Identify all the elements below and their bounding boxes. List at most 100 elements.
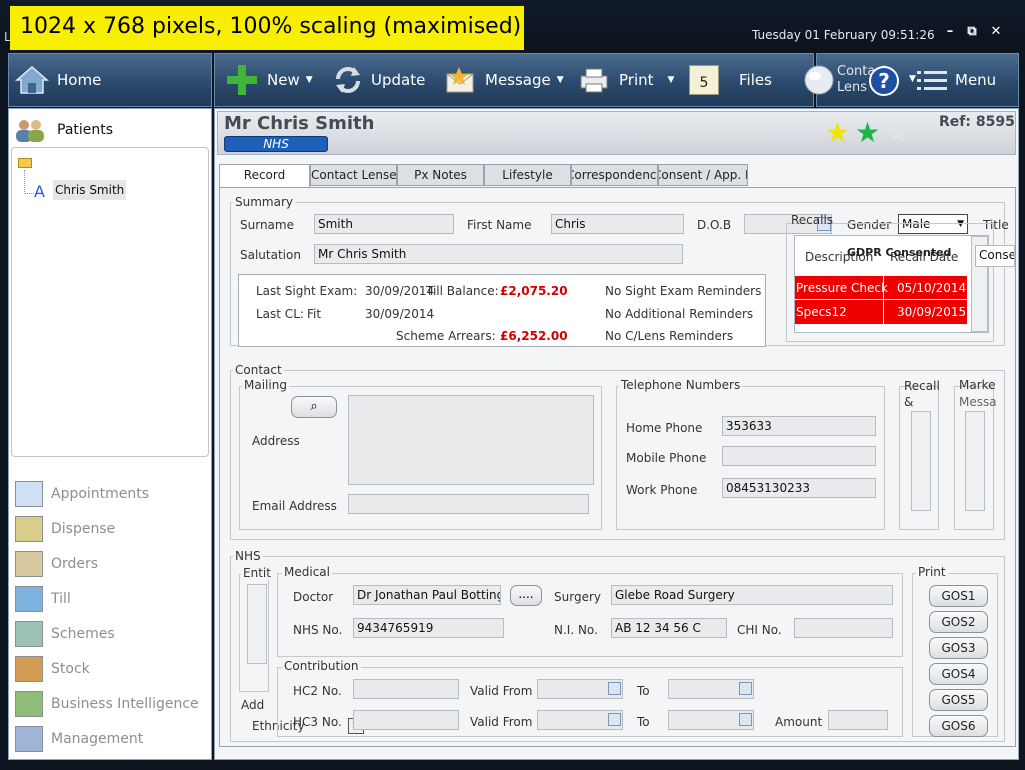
sight-reminder-text: No Sight Exam Reminders [605,284,762,298]
recall-row-date[interactable]: 30/09/2015 [897,305,966,319]
files-button[interactable]: 5 Files [689,54,772,106]
gos6-button[interactable]: GOS6 [929,715,988,737]
nav-label: Orders [51,556,99,572]
email-label: Email Address [252,499,337,513]
close-icon[interactable]: ✕ [986,24,1006,39]
marketing-scrollbar[interactable] [965,411,985,511]
refresh-icon [336,67,360,93]
calendar-icon[interactable] [608,682,621,695]
calendar-icon[interactable] [739,682,752,695]
chevron-down-icon[interactable]: ▼ [909,74,916,84]
tab-correspondence[interactable]: Correspondence [571,164,658,186]
star-yellow-icon[interactable]: ★ [825,116,850,149]
magnifier-icon: ⌕ [310,399,318,414]
tab-consent[interactable]: Consent / App. H [658,164,748,186]
amount-field[interactable] [828,710,888,730]
recall-row-desc[interactable]: Pressure Check [796,281,888,295]
tab-contact-lenses[interactable]: Contact Lenses [310,164,397,186]
home-phone-field[interactable]: 353633 [722,416,876,436]
restore-icon[interactable]: ⧉ [962,24,982,39]
nav-orders[interactable]: Orders [9,549,98,579]
salutation-field[interactable]: Mr Chris Smith [314,244,683,264]
gos2-button[interactable]: GOS2 [929,611,988,633]
glasses-icon [15,516,43,542]
ni-no-field[interactable]: AB 12 34 56 C [611,618,727,638]
tab-px-notes[interactable]: Px Notes [397,164,484,186]
mobile-phone-label: Mobile Phone [626,451,707,465]
add-label: Add [241,698,265,712]
hc2-field[interactable] [353,679,459,699]
entitlement-scrollbar[interactable] [247,584,267,664]
files-badge: 5 [699,75,709,91]
nav-stock[interactable]: Stock [9,654,90,684]
gos3-button[interactable]: GOS3 [929,637,988,659]
star-green-icon[interactable]: ★ [855,116,880,149]
tab-record[interactable]: Record [219,164,310,188]
nav-business-intelligence[interactable]: Business Intelligence [9,689,199,719]
nhs-no-label: NHS No. [293,623,343,637]
calendar-icon[interactable] [608,713,621,726]
mobile-phone-field[interactable] [722,446,876,466]
message-button[interactable]: Message ▼ [445,54,564,106]
recall-row-date[interactable]: 05/10/2014 [897,281,966,295]
last-sight-value: 30/09/2014 [365,284,435,298]
chevron-down-icon: ▼ [305,75,313,85]
first-name-field[interactable]: Chris [551,214,684,234]
patients-header[interactable]: Patients [13,117,113,143]
mailing-title: Mailing [242,378,289,392]
help-icon[interactable]: ? [869,66,899,96]
update-button[interactable]: Update [333,54,425,106]
datetime-display: Tuesday 01 February 09:51:26 [752,28,935,42]
doctor-lookup-button[interactable]: .... [510,585,542,606]
update-label: Update [371,71,426,89]
new-label: New [267,71,300,89]
ref-value: 8595 [975,114,1015,130]
surgery-field[interactable]: Glebe Road Surgery [611,585,893,605]
consent-button[interactable]: Conse [975,245,1015,267]
gos5-button[interactable]: GOS5 [929,689,988,711]
nav-schemes[interactable]: Schemes [9,619,115,649]
nav-management[interactable]: Management [9,724,143,754]
home-button[interactable]: Home [15,54,101,106]
surname-field[interactable]: Smith [314,214,454,234]
work-phone-field[interactable]: 08453130233 [722,478,876,498]
nav-label: Stock [51,661,90,677]
email-field[interactable] [348,494,589,514]
recall-row-desc[interactable]: Specs12 [796,305,847,319]
address-field[interactable] [348,395,594,485]
menu-button[interactable]: Menu [917,54,996,106]
patient-tree: A Chris Smith [11,147,209,457]
calendar-icon[interactable] [739,713,752,726]
calendar-icon [15,481,43,507]
gos4-button[interactable]: GOS4 [929,663,988,685]
tab-lifestyle[interactable]: Lifestyle [484,164,571,186]
nav-label: Appointments [51,486,150,502]
contact-title: Contact [233,363,284,377]
minimize-icon[interactable]: – [940,24,960,39]
nav-dispense[interactable]: Dispense [9,514,115,544]
marketing-subtitle: Messa [959,395,997,409]
print-button[interactable]: Print ▼ [577,54,674,106]
nhs-no-field[interactable]: 9434765919 [353,618,504,638]
telephone-title: Telephone Numbers [619,378,743,392]
patient-type-icon: A [34,182,45,201]
address-search-button[interactable]: ⌕ [291,396,337,418]
home-toolbar: Home [8,53,212,107]
dob-label: D.O.B [697,218,732,232]
resolution-banner: 1024 x 768 pixels, 100% scaling (maximis… [10,6,524,50]
sidebar: Patients A Chris Smith Appointments Dispe… [8,108,212,760]
doctor-field[interactable]: Dr Jonathan Paul Botting [353,585,501,605]
patient-tree-item[interactable]: Chris Smith [53,180,127,200]
patients-label: Patients [57,122,114,138]
star-grey-icon[interactable]: ★ [885,116,910,149]
recall-messaging-title: Recall & [904,379,940,409]
nav-appointments[interactable]: Appointments [9,479,149,509]
gos1-button[interactable]: GOS1 [929,585,988,607]
nav-till[interactable]: Till [9,584,71,614]
hc3-field[interactable] [353,710,459,730]
home-phone-label: Home Phone [626,421,703,435]
new-button[interactable]: New ▼ [225,54,313,106]
chi-no-field[interactable] [794,618,893,638]
recall-messaging-scrollbar[interactable] [911,411,931,511]
till-balance-value: £2,075.20 [500,284,568,298]
